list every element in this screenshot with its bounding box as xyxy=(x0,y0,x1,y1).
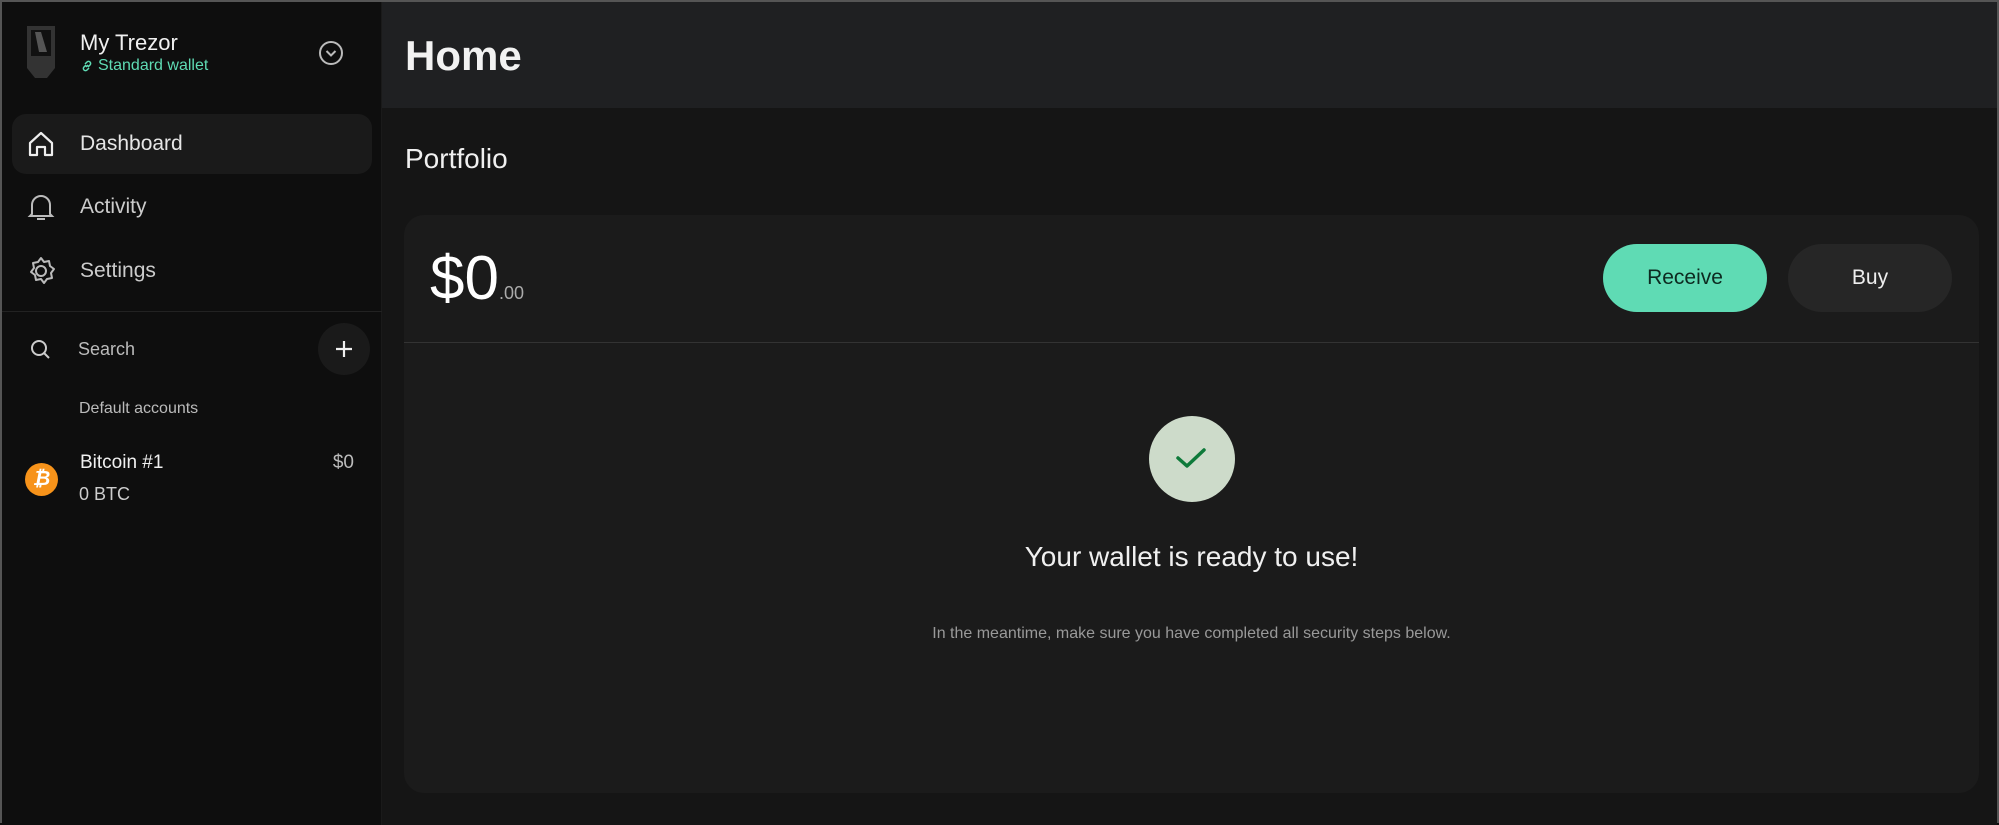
bitcoin-icon: ₿ xyxy=(25,463,58,496)
page-title: Home xyxy=(405,32,522,79)
plus-icon xyxy=(336,341,352,357)
success-icon xyxy=(1149,416,1235,502)
home-icon xyxy=(28,131,54,157)
sidebar-item-label: Dashboard xyxy=(80,132,183,155)
account-item[interactable]: ₿ Bitcoin #1 0 BTC $0 xyxy=(12,442,372,512)
search-icon xyxy=(31,340,50,359)
search-input[interactable]: Search xyxy=(12,327,302,371)
wallet-type: Standard wallet xyxy=(98,57,209,74)
sidebar-item-activity[interactable]: Activity xyxy=(12,177,372,237)
trezor-device-icon xyxy=(27,26,55,78)
account-group-label: Default accounts xyxy=(79,400,199,417)
sidebar-divider xyxy=(2,311,382,312)
sidebar-item-settings[interactable]: Settings xyxy=(12,241,372,301)
portfolio-balance: $0.00 xyxy=(430,243,524,314)
link-icon xyxy=(82,60,92,72)
sidebar-item-label: Activity xyxy=(80,195,147,218)
empty-state-subtitle: In the meantime, make sure you have comp… xyxy=(932,625,1451,642)
receive-button[interactable]: Receive xyxy=(1603,244,1767,312)
gear-icon xyxy=(30,257,55,284)
page-header: Home xyxy=(382,2,1997,108)
bell-icon xyxy=(27,195,55,220)
device-name: My Trezor xyxy=(80,30,178,55)
main-content: Home Portfolio $0.00 Receive Buy Your wa… xyxy=(382,2,1997,825)
buy-button[interactable]: Buy xyxy=(1788,244,1952,312)
account-balance: 0 BTC xyxy=(79,484,131,504)
account-fiat: $0 xyxy=(332,452,354,473)
check-icon xyxy=(1176,448,1206,468)
balance-main: $0 xyxy=(430,244,499,313)
portfolio-card: $0.00 Receive Buy Your wallet is ready t… xyxy=(404,215,1979,793)
section-heading: Portfolio xyxy=(405,143,508,174)
account-name: Bitcoin #1 xyxy=(80,452,164,473)
sidebar-item-dashboard[interactable]: Dashboard xyxy=(12,114,372,174)
add-account-button[interactable] xyxy=(318,323,370,375)
sidebar-item-label: Settings xyxy=(80,259,156,282)
device-selector[interactable]: My Trezor Standard wallet xyxy=(12,16,372,90)
sidebar: My Trezor Standard wallet Dashboard Acti… xyxy=(2,2,382,825)
card-divider xyxy=(404,342,1979,343)
search-placeholder: Search xyxy=(78,339,136,359)
chevron-down-icon[interactable] xyxy=(318,40,344,66)
balance-decimals: .00 xyxy=(498,283,524,303)
empty-state-title: Your wallet is ready to use! xyxy=(1024,541,1359,572)
